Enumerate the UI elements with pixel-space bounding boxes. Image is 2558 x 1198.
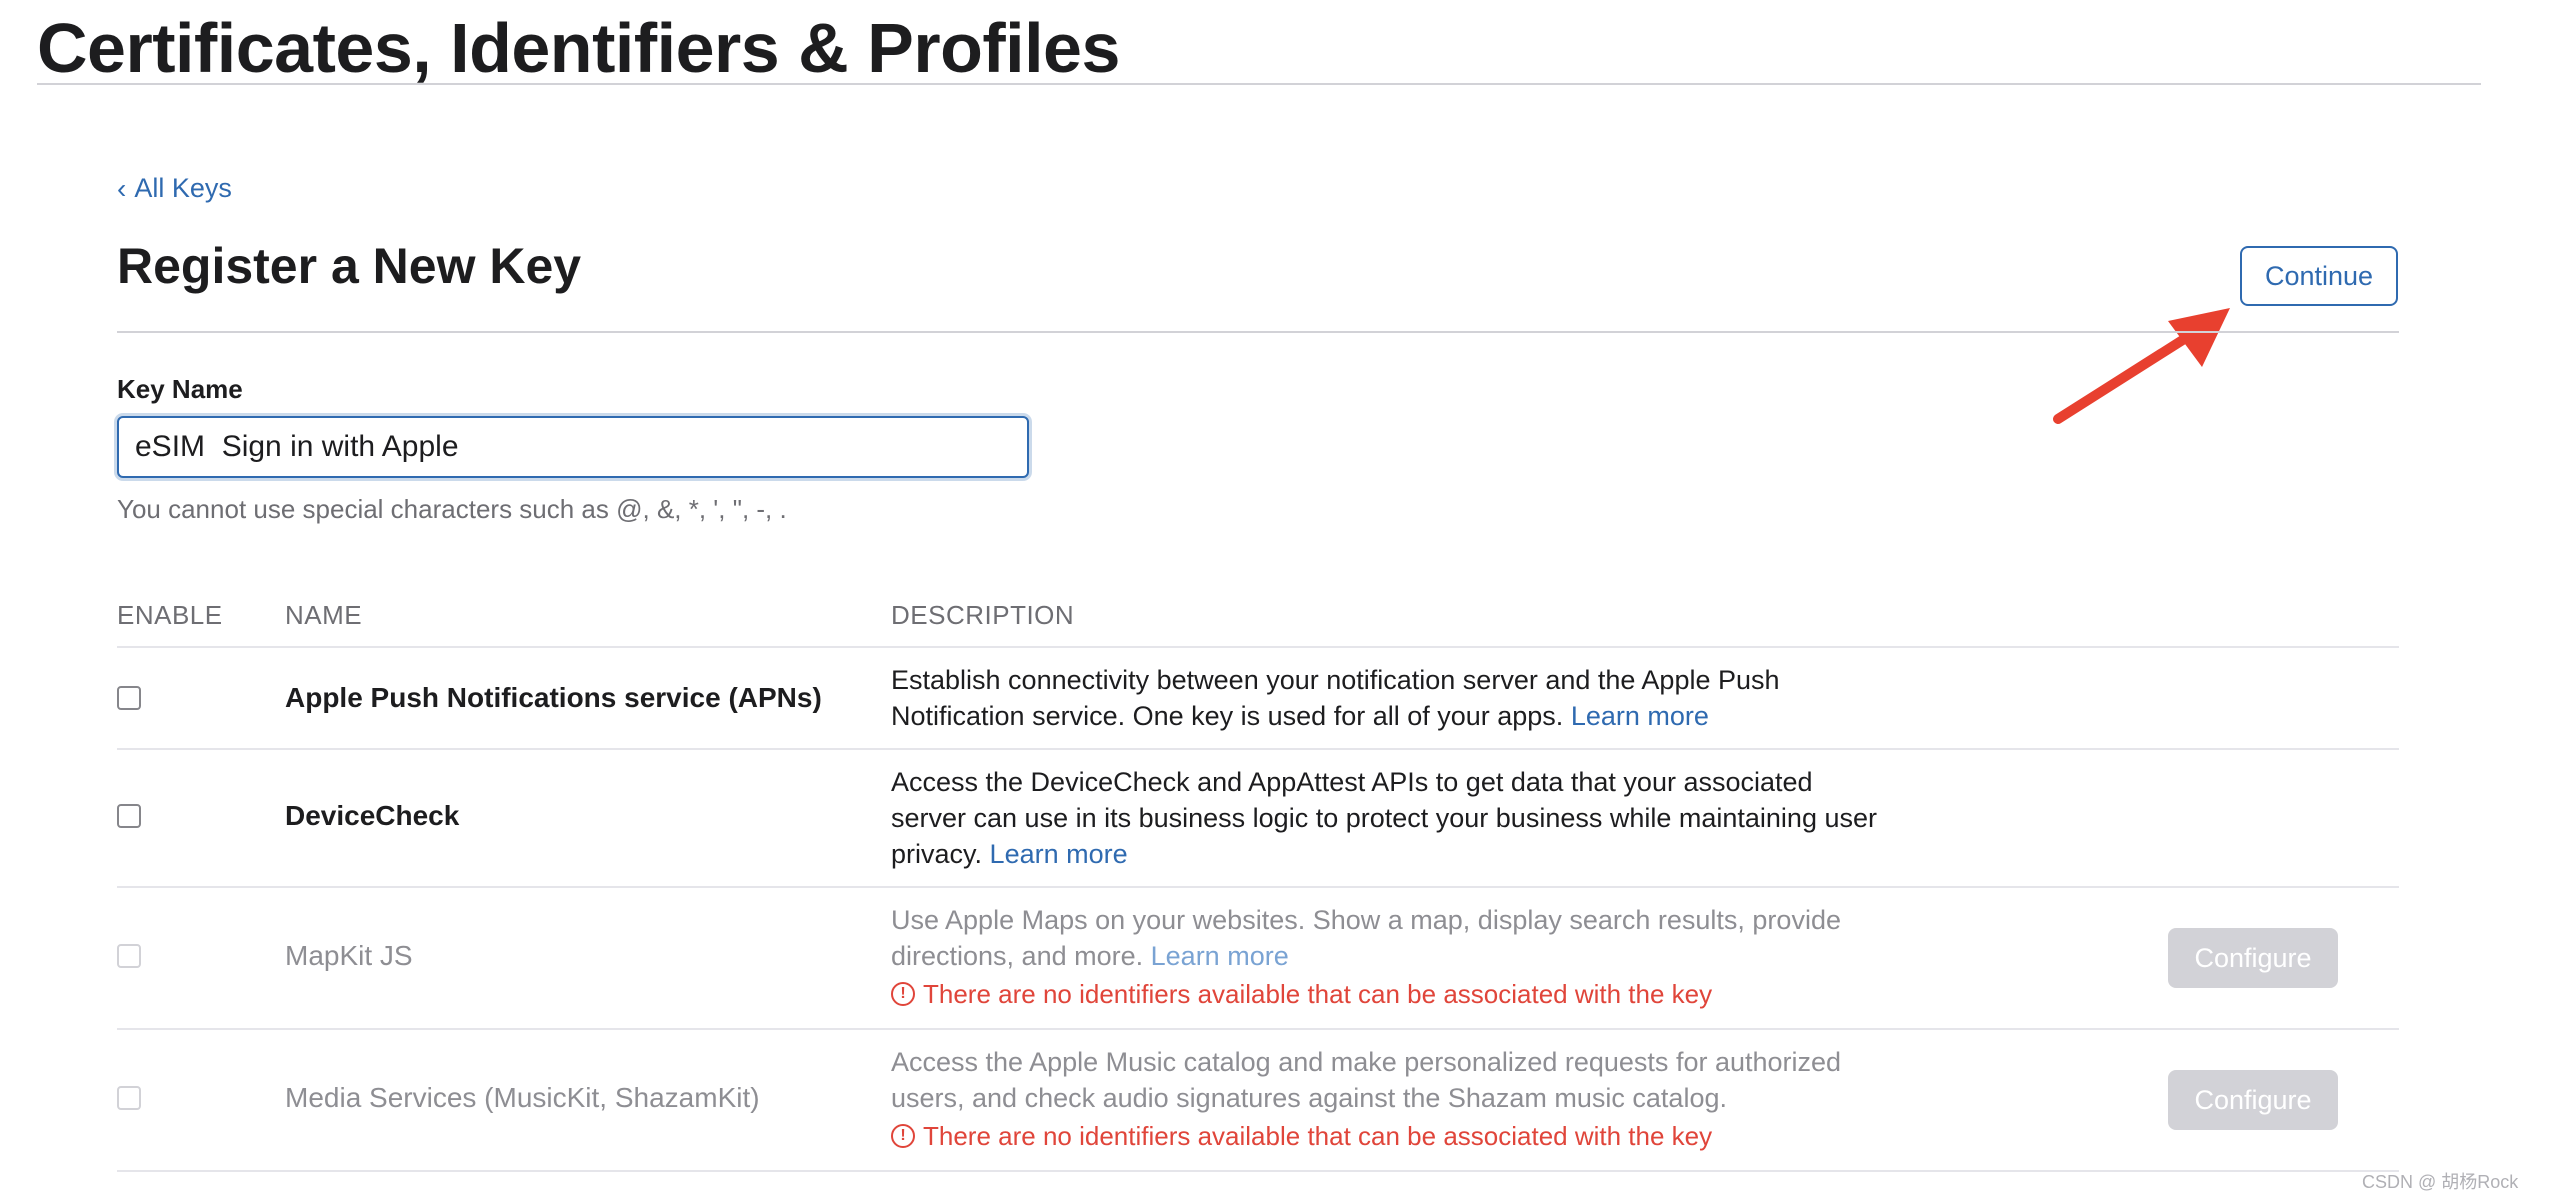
page-title: Register a New Key	[117, 238, 582, 294]
warning-message: ! There are no identifiers available tha…	[891, 976, 2011, 1012]
description-line: Access the DeviceCheck and AppAttest API…	[891, 767, 1813, 797]
services-table: ENABLE NAME DESCRIPTION Apple Push Notif…	[117, 590, 2399, 1180]
column-header-name: NAME	[285, 600, 363, 630]
column-header-enable: ENABLE	[117, 600, 223, 630]
description-text: Notification service. One key is used fo…	[891, 701, 1564, 731]
enable-checkbox-mapkit-js	[117, 944, 141, 968]
service-description: Establish connectivity between your noti…	[891, 662, 2011, 734]
description-line-with-link: directions, and more. Learn more	[891, 938, 2011, 974]
key-name-label: Key Name	[117, 374, 243, 404]
table-header: ENABLE NAME DESCRIPTION	[117, 590, 2399, 646]
enable-checkbox-media-services	[117, 1086, 141, 1110]
chevron-left-icon: ‹	[117, 172, 127, 204]
service-name: Apple Push Notifications service (APNs)	[285, 682, 822, 713]
table-row: Apple Push Notifications service (APNs) …	[117, 646, 2399, 748]
back-to-all-keys-link[interactable]: ‹ All Keys	[117, 173, 232, 204]
configure-button-media-services: Configure	[2168, 1070, 2338, 1130]
learn-more-link[interactable]: Learn more	[1571, 701, 1709, 731]
service-name: DeviceCheck	[285, 800, 460, 831]
description-text: directions, and more.	[891, 941, 1144, 971]
key-name-hint: You cannot use special characters such a…	[117, 494, 787, 524]
table-row-partial	[117, 1170, 2399, 1180]
table-row: Media Services (MusicKit, ShazamKit) Acc…	[117, 1028, 2399, 1170]
table-row: DeviceCheck Access the DeviceCheck and A…	[117, 748, 2399, 886]
back-link-label: All Keys	[134, 173, 232, 203]
heading-divider	[117, 331, 2399, 333]
key-name-input[interactable]	[117, 416, 1029, 478]
exclamation-circle-icon: !	[891, 1124, 915, 1148]
title-divider	[37, 83, 2481, 85]
service-description: Use Apple Maps on your websites. Show a …	[891, 902, 2011, 1012]
description-line-with-link: Notification service. One key is used fo…	[891, 698, 2011, 734]
service-name: Media Services (MusicKit, ShazamKit)	[285, 1082, 760, 1113]
continue-button[interactable]: Continue	[2240, 246, 2398, 306]
description-line: Access the Apple Music catalog and make …	[891, 1047, 1842, 1077]
description-text: privacy.	[891, 839, 983, 869]
exclamation-circle-icon: !	[891, 982, 915, 1006]
table-row: MapKit JS Use Apple Maps on your website…	[117, 886, 2399, 1028]
annotation-arrow-icon	[2053, 308, 2230, 424]
description-line-with-link: privacy. Learn more	[891, 836, 2011, 872]
page: Certificates, Identifiers & Profiles ‹ A…	[0, 0, 2558, 1198]
site-title: Certificates, Identifiers & Profiles	[37, 9, 1120, 87]
enable-checkbox-apns[interactable]	[117, 686, 141, 710]
watermark: CSDN @ 胡杨Rock	[2362, 1172, 2519, 1192]
description-line: Establish connectivity between your noti…	[891, 665, 1780, 695]
service-name: MapKit JS	[285, 940, 413, 971]
description-line: Use Apple Maps on your websites. Show a …	[891, 905, 1841, 935]
service-description: Access the DeviceCheck and AppAttest API…	[891, 764, 2011, 872]
service-description: Access the Apple Music catalog and make …	[891, 1044, 2011, 1154]
warning-text: There are no identifiers available that …	[923, 979, 1713, 1009]
column-header-description: DESCRIPTION	[891, 600, 1075, 630]
learn-more-link[interactable]: Learn more	[990, 839, 1128, 869]
enable-checkbox-devicecheck[interactable]	[117, 804, 141, 828]
description-line: users, and check audio signatures agains…	[891, 1083, 1727, 1113]
configure-button-mapkit-js: Configure	[2168, 928, 2338, 988]
warning-text: There are no identifiers available that …	[923, 1121, 1713, 1151]
warning-message: ! There are no identifiers available tha…	[891, 1118, 2011, 1154]
learn-more-link[interactable]: Learn more	[1151, 941, 1289, 971]
description-line: server can use in its business logic to …	[891, 803, 1877, 833]
